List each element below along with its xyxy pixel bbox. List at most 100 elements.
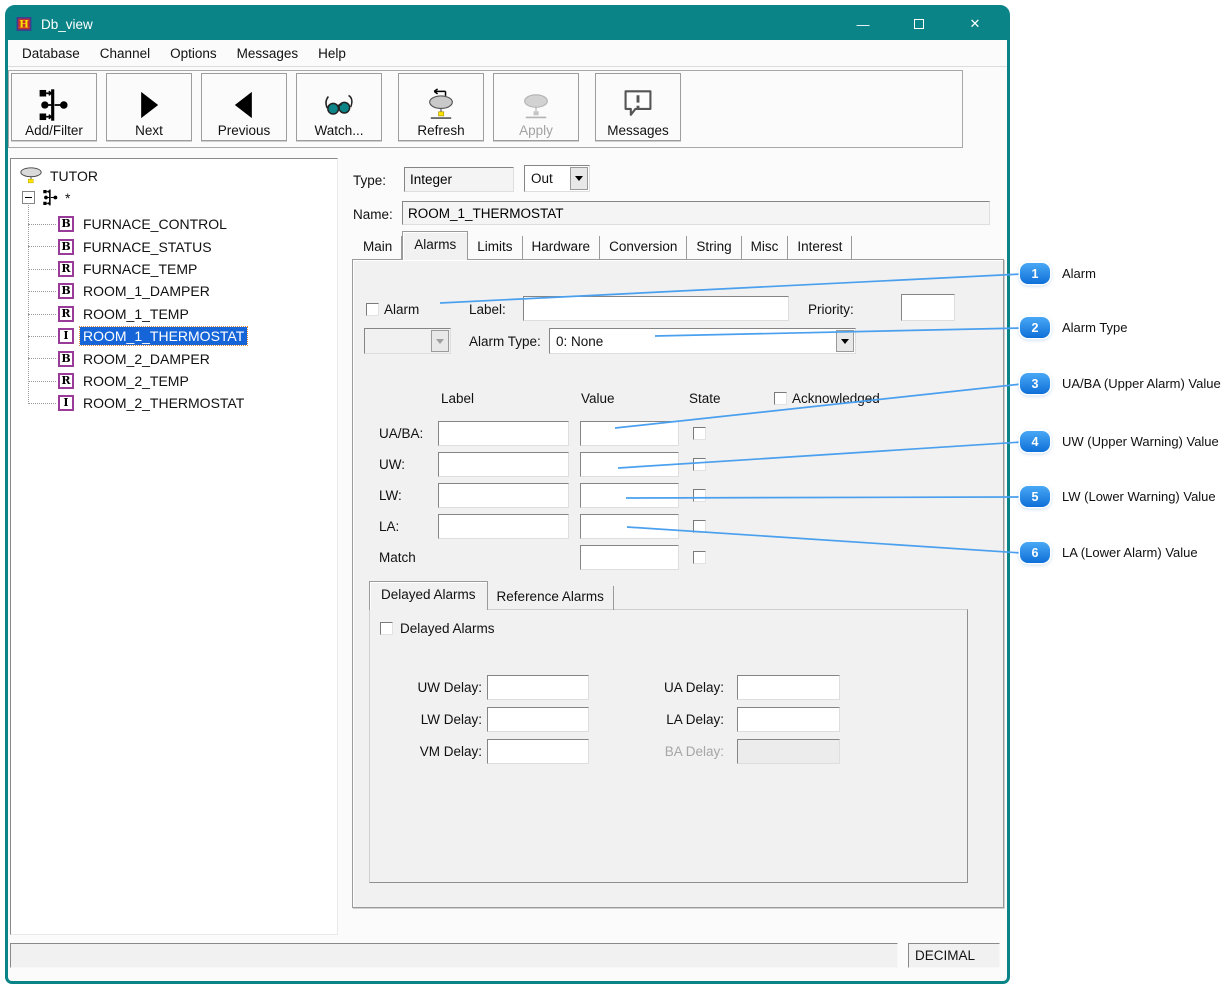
tree-item[interactable]: R ROOM_2_TEMP bbox=[11, 370, 335, 392]
alarm-type-dropdown-arrow-icon[interactable] bbox=[836, 330, 854, 352]
tree-item[interactable]: I ROOM_2_THERMOSTAT bbox=[11, 392, 335, 414]
toolbar-button[interactable]: Next bbox=[106, 73, 192, 141]
screenshot-stage: Db_view — ✕ DatabaseChannelOptionsMessag… bbox=[0, 0, 1232, 997]
delay-input[interactable] bbox=[487, 739, 589, 764]
annotation-label: Alarm Type bbox=[1062, 320, 1128, 335]
delay-input[interactable] bbox=[487, 707, 589, 732]
alarm-checkbox[interactable] bbox=[366, 303, 379, 316]
annotation-number-badge: 1 bbox=[1020, 263, 1050, 284]
tab[interactable]: Alarms bbox=[402, 231, 468, 260]
delay-input[interactable] bbox=[737, 675, 840, 700]
menu-item[interactable]: Database bbox=[12, 42, 90, 65]
menu-item[interactable]: Messages bbox=[227, 42, 309, 65]
threshold-state-checkbox[interactable] bbox=[693, 427, 706, 440]
threshold-state-checkbox[interactable] bbox=[693, 520, 706, 533]
threshold-value-input[interactable] bbox=[580, 514, 679, 539]
tree-root-node[interactable]: TUTOR bbox=[19, 167, 98, 184]
threshold-value-input[interactable] bbox=[580, 421, 679, 446]
threshold-label-input[interactable] bbox=[438, 514, 569, 539]
point-type-icon: B bbox=[58, 216, 74, 232]
tree-item[interactable]: R ROOM_1_TEMP bbox=[11, 303, 335, 325]
point-type-icon: B bbox=[58, 283, 74, 299]
disabled-combobox[interactable] bbox=[364, 328, 451, 354]
tree-item[interactable]: B FURNACE_STATUS bbox=[11, 235, 335, 257]
threshold-value-input[interactable] bbox=[580, 545, 679, 570]
toolbar-button-icon bbox=[37, 88, 71, 122]
direction-dropdown-arrow-icon[interactable] bbox=[570, 167, 588, 190]
toolbar-button-label: Messages bbox=[607, 123, 669, 138]
tree-item-label[interactable]: ROOM_1_THERMOSTAT bbox=[80, 327, 247, 345]
tree-item[interactable]: B ROOM_1_DAMPER bbox=[11, 280, 335, 302]
toolbar: Add/Filter Next Previous Watch... Refres… bbox=[8, 70, 963, 148]
delayed-alarms-checkbox[interactable] bbox=[380, 622, 393, 635]
annotation-number-badge: 4 bbox=[1020, 431, 1050, 452]
tree-item[interactable]: R FURNACE_TEMP bbox=[11, 258, 335, 280]
priority-input[interactable] bbox=[901, 294, 955, 321]
tree-item-label[interactable]: FURNACE_STATUS bbox=[80, 238, 215, 256]
toolbar-button[interactable]: Add/Filter bbox=[11, 73, 97, 141]
tree-item[interactable]: I ROOM_1_THERMOSTAT bbox=[11, 325, 335, 347]
tab[interactable]: String bbox=[687, 236, 741, 260]
delayed-alarms-checkbox-label: Delayed Alarms bbox=[400, 621, 495, 636]
delay-input[interactable] bbox=[737, 739, 840, 764]
threshold-value-input[interactable] bbox=[580, 483, 679, 508]
delay-input[interactable] bbox=[737, 707, 840, 732]
tree-channel-node[interactable]: * bbox=[22, 189, 70, 206]
acknowledged-checkbox[interactable] bbox=[774, 392, 787, 405]
tree-item[interactable]: B ROOM_2_DAMPER bbox=[11, 347, 335, 369]
maximize-icon bbox=[914, 19, 924, 29]
tab[interactable]: Hardware bbox=[523, 236, 601, 260]
tab[interactable]: Limits bbox=[468, 236, 522, 260]
annotation: 6 LA (Lower Alarm) Value bbox=[1020, 542, 1198, 563]
alarm-type-combobox[interactable]: 0: None bbox=[549, 328, 856, 354]
menu-item[interactable]: Channel bbox=[90, 42, 160, 65]
type-field[interactable] bbox=[404, 167, 514, 192]
threshold-label-input[interactable] bbox=[438, 452, 569, 477]
toolbar-button-icon bbox=[322, 88, 356, 122]
delay-input[interactable] bbox=[487, 675, 589, 700]
toolbar-button[interactable]: Refresh bbox=[398, 73, 484, 141]
annotation-label: LA (Lower Alarm) Value bbox=[1062, 545, 1198, 560]
tree-item-label[interactable]: FURNACE_TEMP bbox=[80, 260, 200, 278]
tree-item-label[interactable]: ROOM_2_TEMP bbox=[80, 372, 192, 390]
tree-item-label[interactable]: ROOM_2_DAMPER bbox=[80, 350, 213, 368]
tree-item-label[interactable]: ROOM_2_THERMOSTAT bbox=[80, 394, 247, 412]
point-type-icon: B bbox=[58, 351, 74, 367]
menu-item[interactable]: Help bbox=[308, 42, 356, 65]
annotation-number-badge: 5 bbox=[1020, 486, 1050, 507]
direction-combobox[interactable]: Out bbox=[524, 165, 590, 192]
name-field[interactable] bbox=[402, 201, 990, 225]
threshold-state-checkbox[interactable] bbox=[693, 489, 706, 502]
toolbar-button[interactable]: Watch... bbox=[296, 73, 382, 141]
maximize-button[interactable] bbox=[902, 8, 936, 40]
tree-item-label[interactable]: ROOM_1_TEMP bbox=[80, 305, 192, 323]
tree-item-label[interactable]: ROOM_1_DAMPER bbox=[80, 282, 213, 300]
alarm-label-input[interactable] bbox=[523, 296, 789, 321]
threshold-label-input[interactable] bbox=[438, 421, 569, 446]
tab[interactable]: Misc bbox=[742, 236, 789, 260]
tab[interactable]: Interest bbox=[788, 236, 852, 260]
threshold-label-input[interactable] bbox=[438, 483, 569, 508]
sub-tab[interactable]: Delayed Alarms bbox=[369, 581, 488, 610]
toolbar-button[interactable]: Apply bbox=[493, 73, 579, 141]
toolbar-button-icon bbox=[424, 88, 458, 122]
direction-value: Out bbox=[525, 171, 569, 186]
threshold-row-label: LA: bbox=[379, 519, 399, 534]
tree-item-label[interactable]: FURNACE_CONTROL bbox=[80, 215, 230, 233]
minimize-button[interactable]: — bbox=[846, 8, 880, 40]
priority-label: Priority: bbox=[808, 302, 854, 317]
tab[interactable]: Main bbox=[354, 236, 402, 260]
threshold-state-checkbox[interactable] bbox=[693, 458, 706, 471]
alarm-type-value: 0: None bbox=[550, 334, 835, 349]
threshold-state-checkbox[interactable] bbox=[693, 551, 706, 564]
toolbar-button[interactable]: Messages bbox=[595, 73, 681, 141]
menu-item[interactable]: Options bbox=[160, 42, 227, 65]
threshold-value-input[interactable] bbox=[580, 452, 679, 477]
alarm-threshold-row: UA/BA: bbox=[353, 421, 1003, 446]
tab[interactable]: Conversion bbox=[600, 236, 687, 260]
name-label: Name: bbox=[353, 207, 393, 222]
tree-item[interactable]: B FURNACE_CONTROL bbox=[11, 213, 335, 235]
toolbar-button[interactable]: Previous bbox=[201, 73, 287, 141]
close-button[interactable]: ✕ bbox=[958, 8, 992, 40]
sub-tab[interactable]: Reference Alarms bbox=[488, 586, 614, 610]
